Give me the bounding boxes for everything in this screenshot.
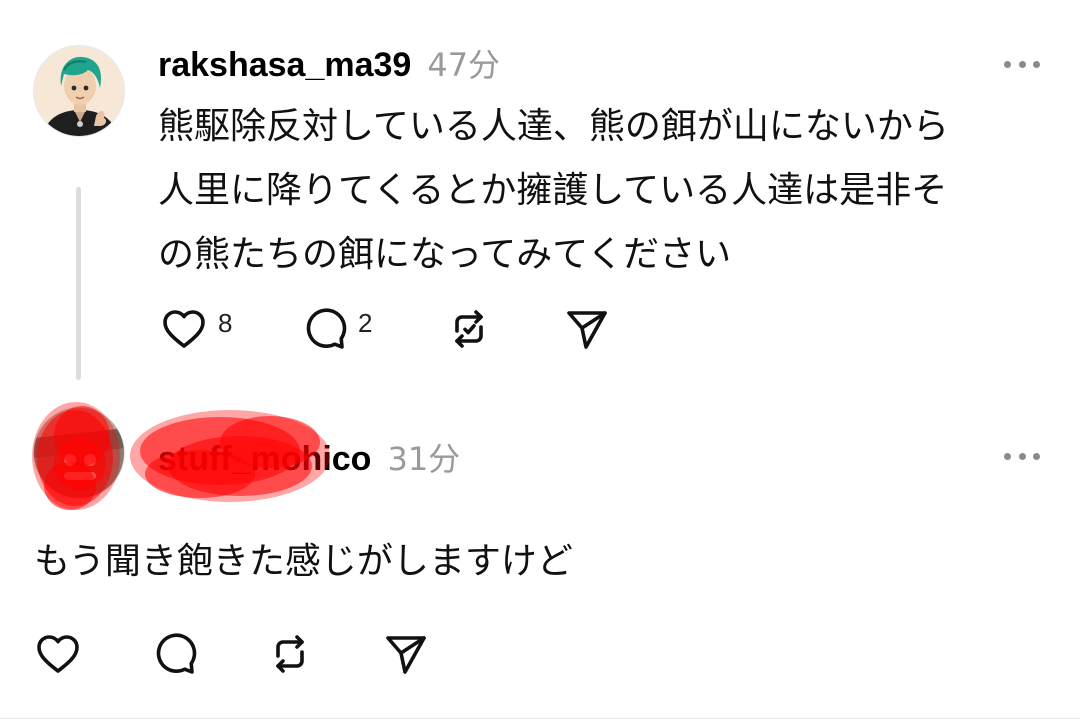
post-text-line: の熊たちの餌になってみてください (158, 234, 732, 275)
post-actions: 8 2 (160, 305, 611, 353)
post-header: rakshasa_ma39 47分 (158, 40, 500, 86)
more-icon[interactable] (1004, 450, 1040, 462)
avatar-image (34, 408, 124, 498)
more-icon[interactable] (1004, 58, 1040, 70)
username[interactable]: rakshasa_ma39 (158, 46, 411, 85)
like-button[interactable] (34, 630, 150, 678)
repost-button[interactable] (266, 630, 382, 678)
repost-button[interactable] (445, 305, 563, 353)
avatar[interactable] (33, 407, 125, 499)
reply-button[interactable]: 2 (300, 305, 445, 353)
share-button[interactable] (382, 630, 430, 678)
reply-button[interactable] (150, 630, 266, 678)
post-text: もう聞き飽きた感じがしますけど (34, 530, 573, 594)
post-text-line: 人里に降りてくるとか擁護している人達は是非そ (158, 170, 948, 211)
heart-icon (37, 635, 79, 673)
thread-line (76, 187, 81, 380)
repost-icon (455, 310, 483, 348)
divider (0, 718, 1080, 719)
post-header: stuff_mohico 31分 (158, 434, 460, 480)
comment-icon (156, 633, 197, 674)
like-count: 8 (218, 307, 233, 338)
post-text-line: もう聞き飽きた感じがしますけど (34, 541, 573, 582)
avatar-image (34, 46, 124, 136)
timestamp: 31分 (387, 440, 461, 478)
send-icon (386, 636, 426, 674)
username[interactable]: stuff_mohico (158, 440, 371, 479)
share-button[interactable] (563, 305, 611, 353)
timestamp: 47分 (427, 46, 501, 84)
heart-icon (163, 310, 205, 348)
send-icon (567, 311, 607, 349)
post-text: 熊駆除反対している人達、熊の餌が山にないから 人里に降りてくるとか擁護している人… (158, 95, 949, 287)
avatar[interactable] (33, 45, 125, 137)
post-text-line: 熊駆除反対している人達、熊の餌が山にないから (158, 106, 949, 147)
repost-icon (276, 635, 304, 673)
post-1: rakshasa_ma39 47分 熊駆除反対している人達、熊の餌が山にないから… (0, 0, 1080, 390)
comment-icon (306, 308, 347, 349)
reply-count: 2 (358, 307, 373, 338)
post-2: stuff_mohico 31分 もう聞き飽きた感じがしますけど (0, 390, 1080, 727)
post-actions (34, 630, 430, 678)
like-button[interactable]: 8 (160, 305, 300, 353)
